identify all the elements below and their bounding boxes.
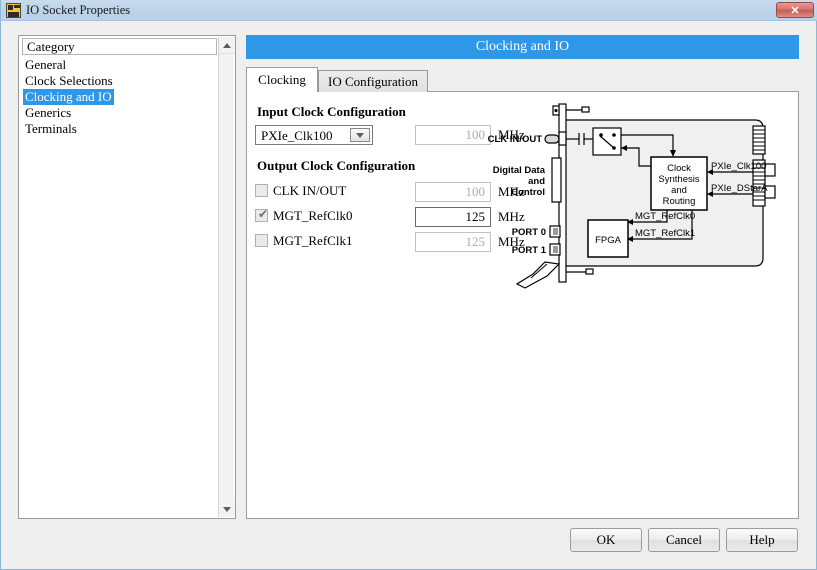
scroll-down-arrow-icon[interactable] <box>219 501 235 517</box>
sidebar-item-clocking-and-io[interactable]: Clocking and IO <box>23 89 114 105</box>
category-panel: Category General Clock Selections Clocki… <box>18 35 236 519</box>
frequency-field-mgt-refclk0[interactable]: 125 <box>415 207 491 227</box>
close-button[interactable]: ✕ <box>776 2 814 18</box>
window-title: IO Socket Properties <box>26 3 131 17</box>
output-clock-section-title: Output Clock Configuration <box>257 158 416 173</box>
input-clock-source-select[interactable]: PXIe_Clk100 <box>255 125 373 145</box>
input-clock-source-value: PXIe_Clk100 <box>261 128 333 143</box>
checkbox-mgt-refclk1[interactable] <box>255 234 268 247</box>
diagram-label-pxie-dstara: PXIe_DStarA <box>711 183 768 194</box>
checkbox-clk-in-out[interactable] <box>255 184 268 197</box>
diagram-label-fpga: FPGA <box>595 235 622 246</box>
sidebar-item-terminals[interactable]: Terminals <box>23 121 77 137</box>
label-clk-in-out: CLK IN/OUT <box>273 183 347 198</box>
page-title: Clocking and IO <box>246 35 799 59</box>
diagram-label-digital-3: Control <box>511 187 545 198</box>
check-icon: ✔ <box>258 207 269 221</box>
frequency-field-mgt-refclk1[interactable]: 125 <box>415 232 491 252</box>
chevron-down-icon[interactable] <box>350 128 370 142</box>
diagram-label-clock-2: Synthesis <box>658 174 699 185</box>
tab-clocking[interactable]: Clocking <box>246 67 318 92</box>
diagram-label-clock-1: Clock <box>667 163 691 174</box>
input-clock-section-title: Input Clock Configuration <box>257 104 406 119</box>
pxie-card-block-diagram: CLK IN/OUT Digital Data and Control PORT… <box>487 98 792 293</box>
label-mgt-refclk1: MGT_RefClk1 <box>273 233 353 248</box>
diagram-label-port0: PORT 0 <box>512 227 546 238</box>
diagram-label-mgt-refclk1: MGT_RefClk1 <box>635 228 695 239</box>
scroll-up-arrow-icon[interactable] <box>219 37 235 54</box>
sidebar-item-clock-selections[interactable]: Clock Selections <box>23 73 113 89</box>
diagram-label-clock-4: Routing <box>663 196 696 207</box>
sidebar-item-generics[interactable]: Generics <box>23 105 71 121</box>
label-mgt-refclk0: MGT_RefClk0 <box>273 208 353 223</box>
ok-button[interactable]: OK <box>570 528 642 552</box>
category-header: Category <box>22 38 217 55</box>
diagram-label-clk-in-out: CLK IN/OUT <box>488 134 543 145</box>
diagram-label-digital-1: Digital Data <box>493 165 546 176</box>
block-diagram-svg: CLK IN/OUT Digital Data and Control PORT… <box>488 103 776 289</box>
diagram-label-clock-3: and <box>671 185 687 196</box>
help-button[interactable]: Help <box>726 528 798 552</box>
tab-panel-clocking: Input Clock Configuration PXIe_Clk100 10… <box>246 91 799 519</box>
category-list[interactable]: General Clock Selections Clocking and IO… <box>23 57 219 137</box>
tab-io-configuration[interactable]: IO Configuration <box>318 70 428 92</box>
title-bar: IO Socket Properties ✕ <box>1 0 817 21</box>
close-icon: ✕ <box>790 4 800 17</box>
labview-io-icon <box>6 3 21 18</box>
diagram-label-digital-2: and <box>528 176 545 187</box>
category-scrollbar[interactable] <box>218 37 235 517</box>
diagram-label-port1: PORT 1 <box>512 245 547 256</box>
diagram-label-mgt-refclk0: MGT_RefClk0 <box>635 211 695 222</box>
main-panel: Clocking and IO Clocking IO Configuratio… <box>246 35 801 519</box>
sidebar-item-general[interactable]: General <box>23 57 66 73</box>
diagram-label-pxie-clk100: PXIe_Clk100 <box>711 161 766 172</box>
io-socket-properties-dialog: IO Socket Properties ✕ Category General … <box>0 0 817 570</box>
tab-strip: Clocking IO Configuration <box>246 67 799 92</box>
checkbox-mgt-refclk0[interactable]: ✔ <box>255 207 269 222</box>
frequency-field-clk-in-out[interactable]: 100 <box>415 182 491 202</box>
cancel-button[interactable]: Cancel <box>648 528 720 552</box>
input-clock-frequency-field[interactable]: 100 <box>415 125 491 145</box>
